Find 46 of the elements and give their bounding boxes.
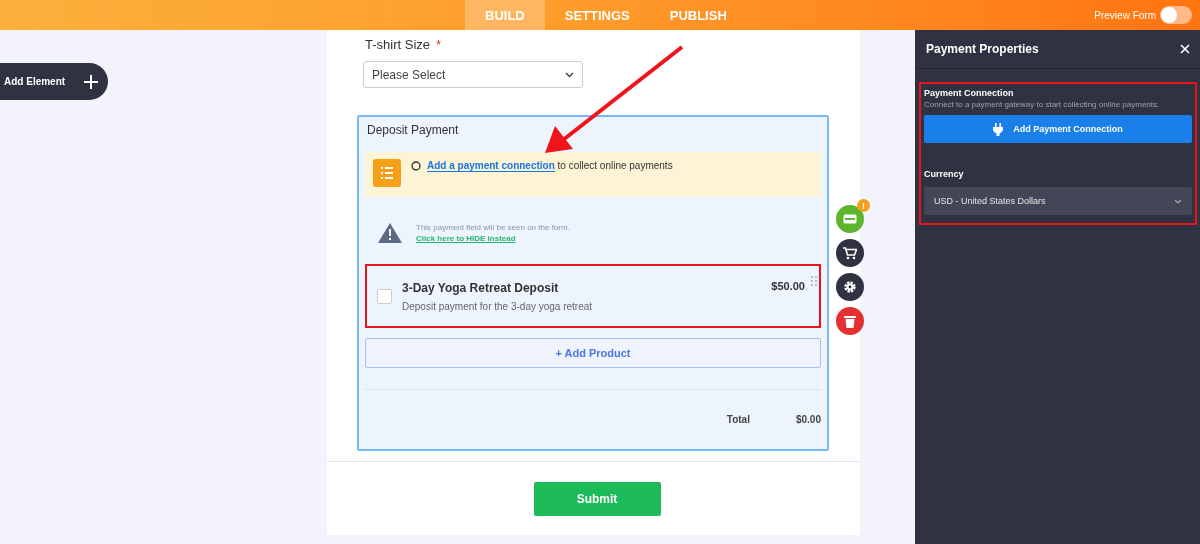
add-connection-button[interactable]: Add Payment Connection	[924, 115, 1192, 143]
add-element-button[interactable]: Add Element	[0, 63, 108, 100]
visibility-message: This payment field will be seen on the form.	[416, 223, 570, 232]
total-value: $0.00	[795, 414, 821, 425]
notice-text: Add a payment connection to collect online payments	[427, 160, 673, 171]
card-icon	[843, 214, 857, 224]
payment-action-button[interactable]	[836, 205, 864, 233]
block-title: Deposit Payment	[367, 123, 460, 137]
currency-select[interactable]: USD - United States Dollars	[924, 187, 1192, 215]
checklist-icon	[373, 159, 401, 187]
trash-icon	[844, 314, 856, 328]
size-select[interactable]: Please Select	[363, 61, 583, 88]
submit-button[interactable]: Submit	[533, 482, 661, 516]
settings-icon	[843, 280, 857, 294]
chevron-down-icon	[1174, 198, 1182, 204]
payment-connection-link[interactable]: Add a payment connection	[427, 160, 555, 172]
preview-form-label: Preview Form	[1094, 9, 1156, 21]
panel-title: Payment Properties	[926, 42, 1039, 56]
chevron-down-icon	[565, 71, 574, 78]
alert-badge: !	[857, 199, 870, 212]
plug-icon	[993, 122, 1004, 136]
field-label: T-shirt Size	[365, 37, 430, 52]
currency-label: Currency	[924, 169, 965, 179]
product-price: $50.00	[771, 280, 805, 292]
product-checkbox[interactable]	[377, 288, 392, 304]
product-row[interactable]: 3-Day Yoga Retreat Deposit Deposit payment for the 3-day yoga retreat $50.00	[365, 264, 821, 328]
drag-handle-icon[interactable]	[811, 276, 817, 286]
close-icon[interactable]	[1180, 44, 1190, 54]
total-label: Total	[726, 414, 750, 425]
delete-action-button[interactable]	[836, 307, 864, 335]
section-description: Connect to a payment gateway to start collecting online payments.	[924, 100, 1161, 109]
cart-icon	[843, 246, 857, 260]
hide-link[interactable]: Click here to HIDE instead	[416, 234, 570, 243]
product-description: Deposit payment for the 3-day yoga retreat	[402, 300, 594, 312]
cart-action-button[interactable]	[836, 239, 864, 267]
section-title: Payment Connection	[924, 88, 1015, 98]
plus-icon	[84, 74, 98, 89]
nav-tab[interactable]: PUBLISH	[649, 0, 747, 30]
add-product-button[interactable]: + Add Product	[365, 338, 821, 368]
required-asterisk: *	[436, 37, 442, 52]
settings-action-button[interactable]	[836, 273, 864, 301]
radio-circle-icon	[411, 160, 421, 171]
preview-toggle[interactable]	[1160, 6, 1192, 24]
nav-tab[interactable]: SETTINGS	[544, 0, 650, 30]
product-name: 3-Day Yoga Retreat Deposit	[402, 280, 560, 295]
warning-icon	[378, 223, 402, 243]
